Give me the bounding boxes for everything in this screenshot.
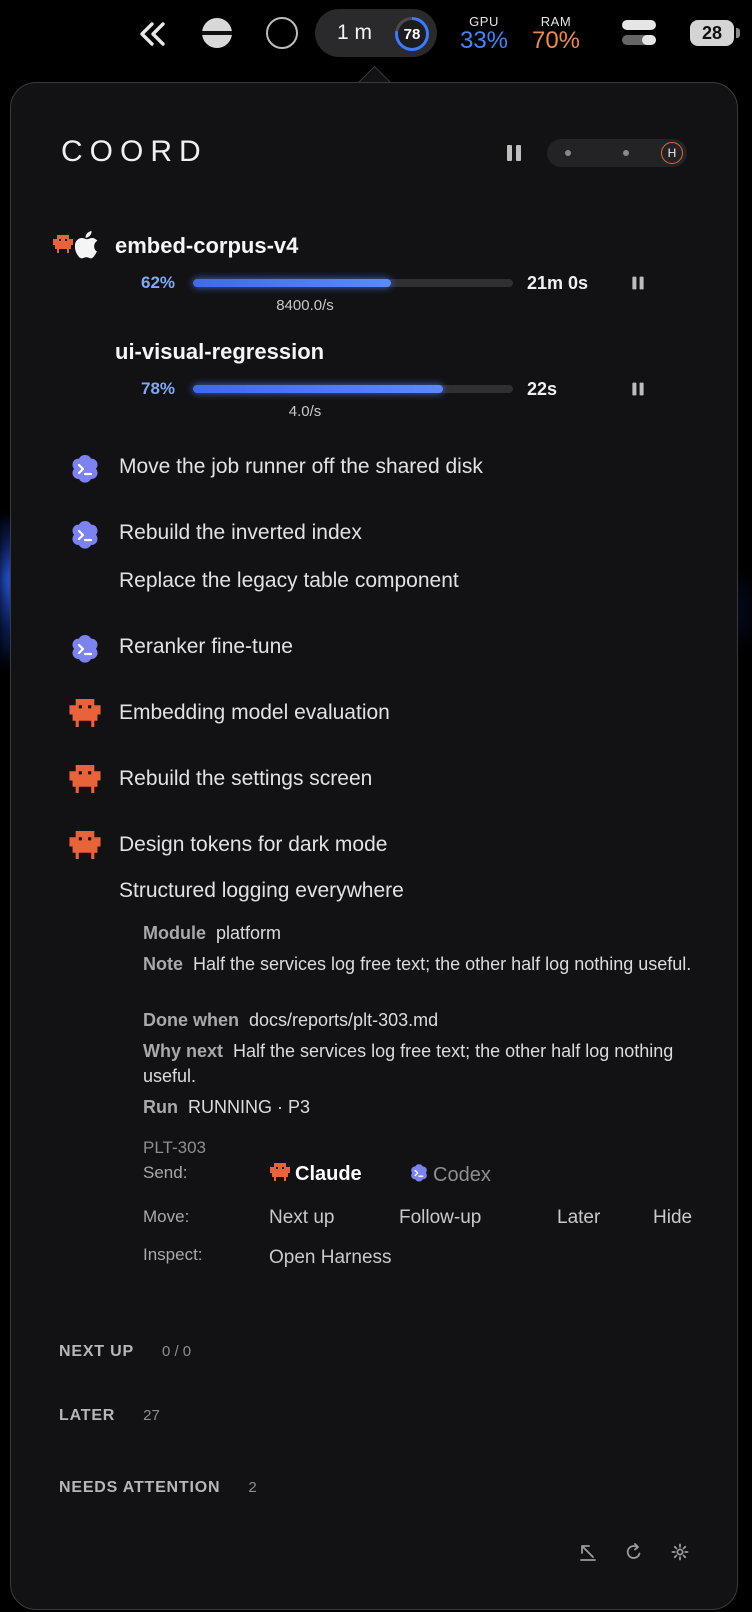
detail-key: Why next bbox=[143, 1041, 224, 1061]
claude-agent-icon bbox=[69, 765, 101, 797]
open-harness-button[interactable]: Open Harness bbox=[269, 1247, 392, 1269]
send-claude-label: Claude bbox=[295, 1163, 362, 1185]
move-hide-button[interactable]: Hide bbox=[653, 1207, 692, 1229]
battery-level: 28 bbox=[690, 20, 734, 46]
section-count: 0 / 0 bbox=[161, 1343, 192, 1360]
detail-note: Note Half the services log free text; the… bbox=[143, 952, 703, 977]
detail-run: Run RUNNING · P3 bbox=[143, 1095, 703, 1120]
job-name[interactable]: embed-corpus-v4 bbox=[115, 233, 298, 259]
codex-agent-icon bbox=[69, 633, 101, 665]
control-center-icon[interactable] bbox=[622, 20, 656, 48]
inspect-label: Inspect: bbox=[143, 1245, 203, 1264]
task-item[interactable]: Rebuild the inverted index bbox=[119, 521, 362, 545]
apple-icon bbox=[75, 231, 99, 259]
section-title: NEXT UP bbox=[59, 1343, 134, 1360]
send-claude-button[interactable]: Claude bbox=[269, 1163, 362, 1186]
job-pause-icon[interactable] bbox=[632, 276, 644, 290]
menu-bar: 1 m 78 GPU 33% RAM 70% 28 bbox=[0, 0, 752, 68]
claude-icon bbox=[269, 1163, 291, 1186]
task-item[interactable]: Replace the legacy table component bbox=[119, 569, 459, 593]
ram-value: 70% bbox=[531, 27, 581, 54]
detail-value: RUNNING · P3 bbox=[188, 1097, 311, 1117]
detail-key: Note bbox=[143, 954, 183, 974]
job-progress-bar bbox=[193, 385, 513, 393]
job-pause-icon[interactable] bbox=[632, 382, 644, 396]
focus-mode-icon[interactable] bbox=[202, 18, 232, 48]
double-chevron-left-icon[interactable] bbox=[136, 14, 168, 54]
slider-stop[interactable] bbox=[623, 150, 629, 156]
section-title: LATER bbox=[59, 1407, 116, 1424]
timer-progress-ring: 78 bbox=[395, 17, 429, 51]
job-eta: 21m 0s bbox=[527, 273, 589, 293]
timer-badge: 78 bbox=[398, 20, 426, 48]
job-eta: 22s bbox=[527, 379, 558, 399]
task-item[interactable]: Rebuild the settings screen bbox=[119, 767, 372, 791]
gear-icon[interactable] bbox=[671, 1543, 689, 1561]
job-rate: 4.0/s bbox=[288, 403, 322, 420]
job-rate: 8400.0/s bbox=[276, 297, 334, 314]
job-name[interactable]: ui-visual-regression bbox=[115, 339, 324, 365]
gpu-value: 33% bbox=[459, 27, 509, 54]
detail-module: Module platform bbox=[143, 921, 703, 946]
collapse-arrow-icon[interactable] bbox=[579, 1543, 597, 1561]
detail-value[interactable]: docs/reports/plt-303.md bbox=[249, 1010, 438, 1030]
task-item[interactable]: Structured logging everywhere bbox=[119, 879, 404, 903]
codex-icon bbox=[409, 1163, 429, 1188]
task-item[interactable]: Move the job runner off the shared disk bbox=[119, 455, 483, 479]
claude-agent-icon bbox=[53, 235, 73, 253]
section-count: 2 bbox=[248, 1479, 257, 1496]
task-item[interactable]: Reranker fine-tune bbox=[119, 635, 293, 659]
move-next-up-button[interactable]: Next up bbox=[269, 1207, 334, 1229]
send-label: Send: bbox=[143, 1163, 188, 1182]
detail-key: Run bbox=[143, 1097, 178, 1117]
section-later[interactable]: LATER 27 bbox=[59, 1407, 160, 1425]
task-item[interactable]: Design tokens for dark mode bbox=[119, 833, 387, 857]
toggle-bar-top bbox=[622, 20, 656, 30]
task-item[interactable]: Embedding model evaluation bbox=[119, 701, 390, 725]
detail-key: Done when bbox=[143, 1010, 240, 1030]
codex-agent-icon bbox=[69, 519, 101, 551]
claude-agent-icon bbox=[69, 699, 101, 731]
panel-title: COORD bbox=[61, 135, 208, 168]
move-later-button[interactable]: Later bbox=[557, 1207, 600, 1229]
detail-done-when: Done when docs/reports/plt-303.md bbox=[143, 1008, 703, 1033]
popover-arrow bbox=[356, 62, 392, 84]
section-next-up[interactable]: NEXT UP 0 / 0 bbox=[59, 1343, 191, 1361]
move-label: Move: bbox=[143, 1207, 190, 1226]
job-progress-fill bbox=[193, 279, 392, 287]
battery-nub bbox=[736, 28, 740, 38]
ram-stat[interactable]: RAM 70% bbox=[526, 14, 586, 53]
battery-icon[interactable]: 28 bbox=[690, 20, 742, 46]
slider-knob[interactable]: H bbox=[661, 142, 683, 164]
job-percent: 62% bbox=[141, 273, 176, 292]
send-codex-button[interactable]: Codex bbox=[409, 1163, 491, 1188]
detail-why-next: Why next Half the services log free text;… bbox=[143, 1039, 703, 1089]
detail-value: Half the services log free text; the oth… bbox=[193, 954, 692, 974]
send-codex-label: Codex bbox=[433, 1164, 491, 1186]
coord-popover-panel: COORD H embed-corpus-v4 62% 21m 0s 8400.… bbox=[10, 82, 738, 1610]
ticket-id: PLT-303 bbox=[143, 1138, 207, 1157]
status-ring-icon[interactable] bbox=[266, 17, 298, 49]
timer-pill[interactable]: 1 m 78 bbox=[315, 9, 437, 57]
detail-value: platform bbox=[216, 923, 282, 943]
pause-all-icon[interactable] bbox=[507, 145, 521, 161]
mode-slider[interactable]: H bbox=[547, 139, 687, 167]
slider-stop[interactable] bbox=[565, 150, 571, 156]
move-follow-up-button[interactable]: Follow-up bbox=[399, 1207, 481, 1229]
codex-agent-icon bbox=[69, 453, 101, 485]
job-progress-bar bbox=[193, 279, 513, 287]
job-percent: 78% bbox=[141, 379, 176, 398]
timer-label: 1 m bbox=[337, 21, 373, 44]
claude-agent-icon bbox=[69, 831, 101, 863]
section-needs-attention[interactable]: NEEDS ATTENTION 2 bbox=[59, 1479, 257, 1497]
detail-key: Module bbox=[143, 923, 206, 943]
refresh-icon[interactable] bbox=[625, 1543, 643, 1561]
section-count: 27 bbox=[143, 1407, 160, 1424]
toggle-bar-bottom bbox=[622, 35, 656, 45]
gpu-stat[interactable]: GPU 33% bbox=[456, 14, 512, 53]
job-progress-fill bbox=[193, 385, 443, 393]
section-title: NEEDS ATTENTION bbox=[59, 1479, 221, 1496]
